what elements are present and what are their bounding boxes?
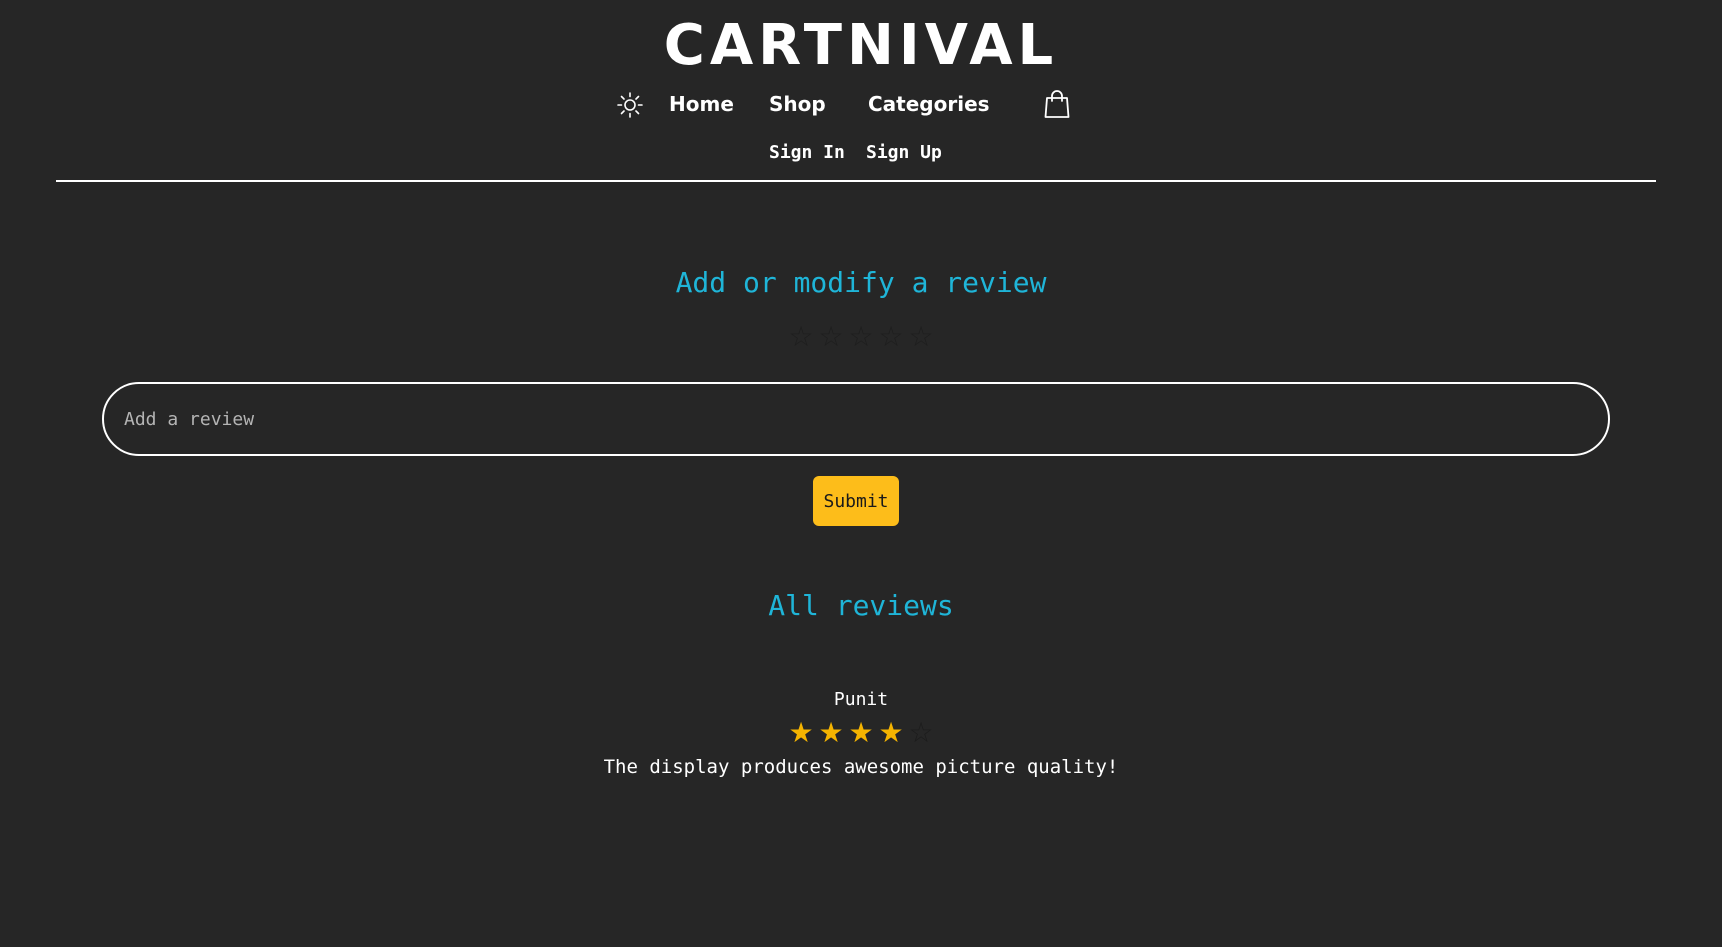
rating-input[interactable]: ☆ ☆ ☆ ☆ ☆: [0, 322, 1722, 352]
header-divider: [56, 180, 1656, 182]
auth-links: Sign In Sign Up: [0, 140, 1722, 168]
star-empty-icon[interactable]: ☆: [876, 322, 906, 352]
star-empty-icon: ☆: [908, 716, 934, 749]
review-text: The display produces awesome picture qua…: [603, 756, 1119, 778]
review-author: Punit: [833, 689, 889, 710]
star-filled-icon: ★: [788, 716, 814, 749]
nav-shop-link[interactable]: Shop: [769, 91, 826, 117]
review-item: Punit ★ ★ ★ ★ ☆ The display produces awesome…: [0, 688, 1722, 780]
review-input[interactable]: [102, 382, 1610, 456]
submit-button[interactable]: Submit: [813, 476, 899, 526]
star-filled-icon: ★: [848, 716, 874, 749]
sign-up-link[interactable]: Sign Up: [866, 142, 942, 164]
add-review-title: Add or modify a review: [675, 266, 1047, 299]
star-empty-icon[interactable]: ☆: [816, 322, 846, 352]
star-empty-icon[interactable]: ☆: [846, 322, 876, 352]
sun-icon[interactable]: [615, 90, 645, 120]
nav-home-link[interactable]: Home: [669, 91, 734, 117]
main-nav: Home Shop Categories: [0, 86, 1722, 126]
star-filled-icon: ★: [878, 716, 904, 749]
shopping-bag-icon[interactable]: [1043, 89, 1071, 119]
star-empty-icon[interactable]: ☆: [786, 322, 816, 352]
brand-logo[interactable]: CARTNIVAL: [0, 6, 1722, 86]
review-rating: ★ ★ ★ ★ ☆: [0, 718, 1722, 748]
nav-categories-link[interactable]: Categories: [868, 91, 990, 117]
all-reviews-title: All reviews: [768, 589, 954, 622]
sign-in-link[interactable]: Sign In: [769, 142, 845, 164]
star-empty-icon[interactable]: ☆: [906, 322, 936, 352]
star-filled-icon: ★: [818, 716, 844, 749]
